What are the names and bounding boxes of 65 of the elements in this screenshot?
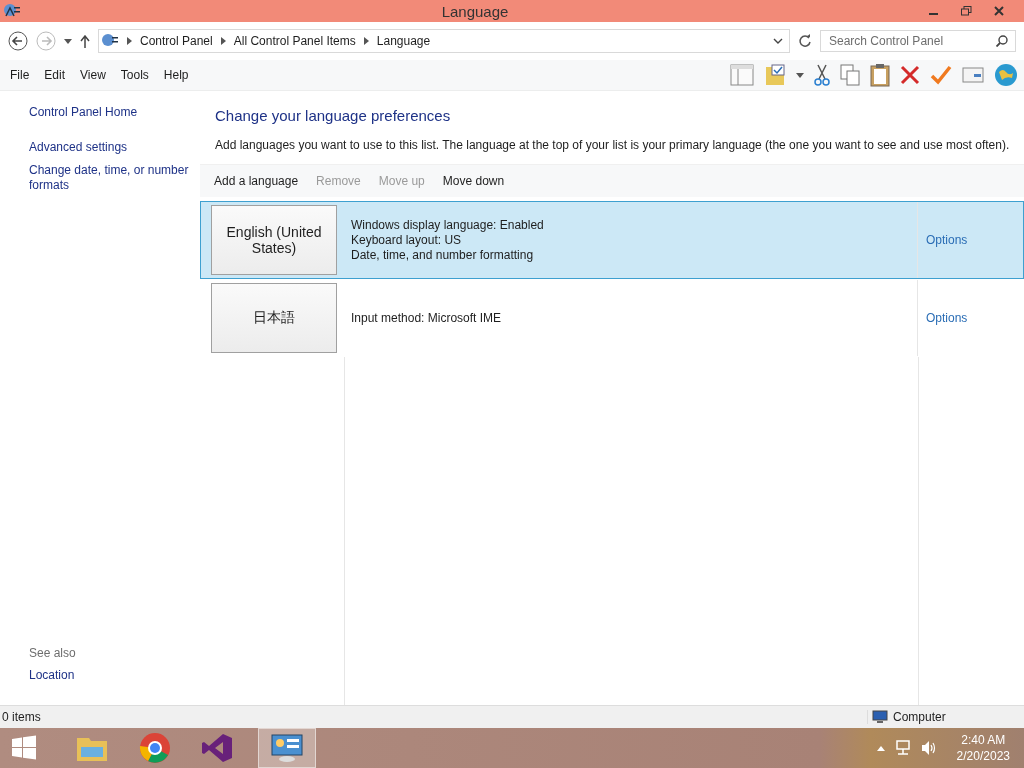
sidebar-link[interactable]: Control Panel Home	[29, 105, 195, 120]
chevron-icon	[220, 37, 226, 45]
language-row[interactable]: 日本語 Input method: Microsoft IME Options	[200, 279, 1024, 357]
cut-icon[interactable]	[814, 64, 830, 86]
options-link[interactable]: Options	[926, 233, 968, 247]
properties-icon[interactable]	[962, 67, 984, 83]
clock-date[interactable]: 2/20/2023	[956, 748, 1010, 764]
network-icon[interactable]	[894, 740, 911, 756]
back-icon[interactable]	[8, 31, 28, 51]
options-link[interactable]: Options	[926, 311, 968, 325]
dropdown-icon[interactable]	[64, 38, 72, 44]
menu-item[interactable]: Help	[163, 68, 189, 82]
sidebar-link[interactable]: Location	[29, 668, 195, 683]
chevron-icon	[127, 37, 132, 45]
breadcrumb[interactable]: Language	[376, 34, 431, 48]
action-link[interactable]: Move down	[442, 174, 505, 188]
language-detail: Input method: Microsoft IME	[351, 310, 503, 326]
window-title: Language	[440, 2, 510, 20]
breadcrumb[interactable]: Control Panel	[140, 34, 213, 48]
dropdown-icon[interactable]	[796, 72, 804, 78]
refresh-icon[interactable]	[798, 34, 812, 48]
checkmark-icon[interactable]	[930, 65, 952, 85]
language-name: 日本語	[253, 309, 295, 327]
language-row[interactable]: English (United States) Windows display language: Enabled Keyboard layout: US Date, time, and number formatting Options	[200, 201, 1024, 279]
copy-icon[interactable]	[840, 64, 860, 86]
app-icon	[3, 3, 21, 19]
sidebar-link[interactable]: Change date, time, or number formats	[29, 163, 195, 193]
up-icon[interactable]	[80, 34, 90, 48]
chevron-icon	[363, 37, 369, 45]
description-text: Add languages you want to use to this list. The language at the top of your list is your primary language (the one you want to see and use most often).	[215, 138, 1011, 152]
restore-icon[interactable]	[961, 6, 972, 16]
menu-item[interactable]: Tools	[120, 68, 149, 82]
clock-time[interactable]: 2:40 AM	[961, 732, 1006, 748]
sidebar-link[interactable]: Advanced settings	[29, 140, 195, 155]
dropdown-icon[interactable]	[773, 38, 783, 44]
breadcrumb[interactable]: All Control Panel Items	[233, 34, 356, 48]
folder-icon[interactable]	[764, 63, 786, 87]
control-panel-icon	[270, 733, 304, 763]
computer-icon	[872, 710, 888, 724]
page-heading: Change your language preferences	[215, 107, 452, 124]
globe-icon[interactable]	[994, 63, 1018, 87]
start-icon[interactable]	[10, 734, 38, 762]
language-detail: Keyboard layout: US	[351, 232, 463, 248]
chrome-icon[interactable]	[139, 732, 171, 764]
item-count: 0 items	[2, 710, 41, 724]
paste-icon[interactable]	[870, 63, 890, 87]
menu-item[interactable]: View	[80, 68, 106, 82]
menu-item[interactable]: File	[10, 68, 30, 82]
action-link[interactable]: Add a language	[214, 174, 299, 188]
search-icon	[996, 35, 1008, 47]
search-field[interactable]: Search Control Panel	[820, 30, 1016, 52]
language-detail: Windows display language: Enabled	[351, 217, 545, 233]
language-detail: Date, time, and number formatting	[351, 247, 535, 263]
close-icon[interactable]	[994, 6, 1004, 16]
menu-item[interactable]: Edit	[44, 68, 66, 82]
zone-label: Computer	[893, 710, 946, 724]
see-also-heading: See also	[29, 646, 77, 660]
visual-studio-icon[interactable]	[201, 733, 233, 763]
delete-icon[interactable]	[900, 65, 920, 85]
show-hidden-icons-icon[interactable]	[876, 745, 885, 751]
address-bar[interactable]: Control Panel All Control Panel Items Language	[98, 29, 790, 53]
language-icon	[101, 33, 119, 49]
language-name: English (United States)	[225, 224, 323, 256]
control-panel-taskbar-button[interactable]	[258, 728, 316, 768]
volume-icon[interactable]	[920, 740, 937, 756]
